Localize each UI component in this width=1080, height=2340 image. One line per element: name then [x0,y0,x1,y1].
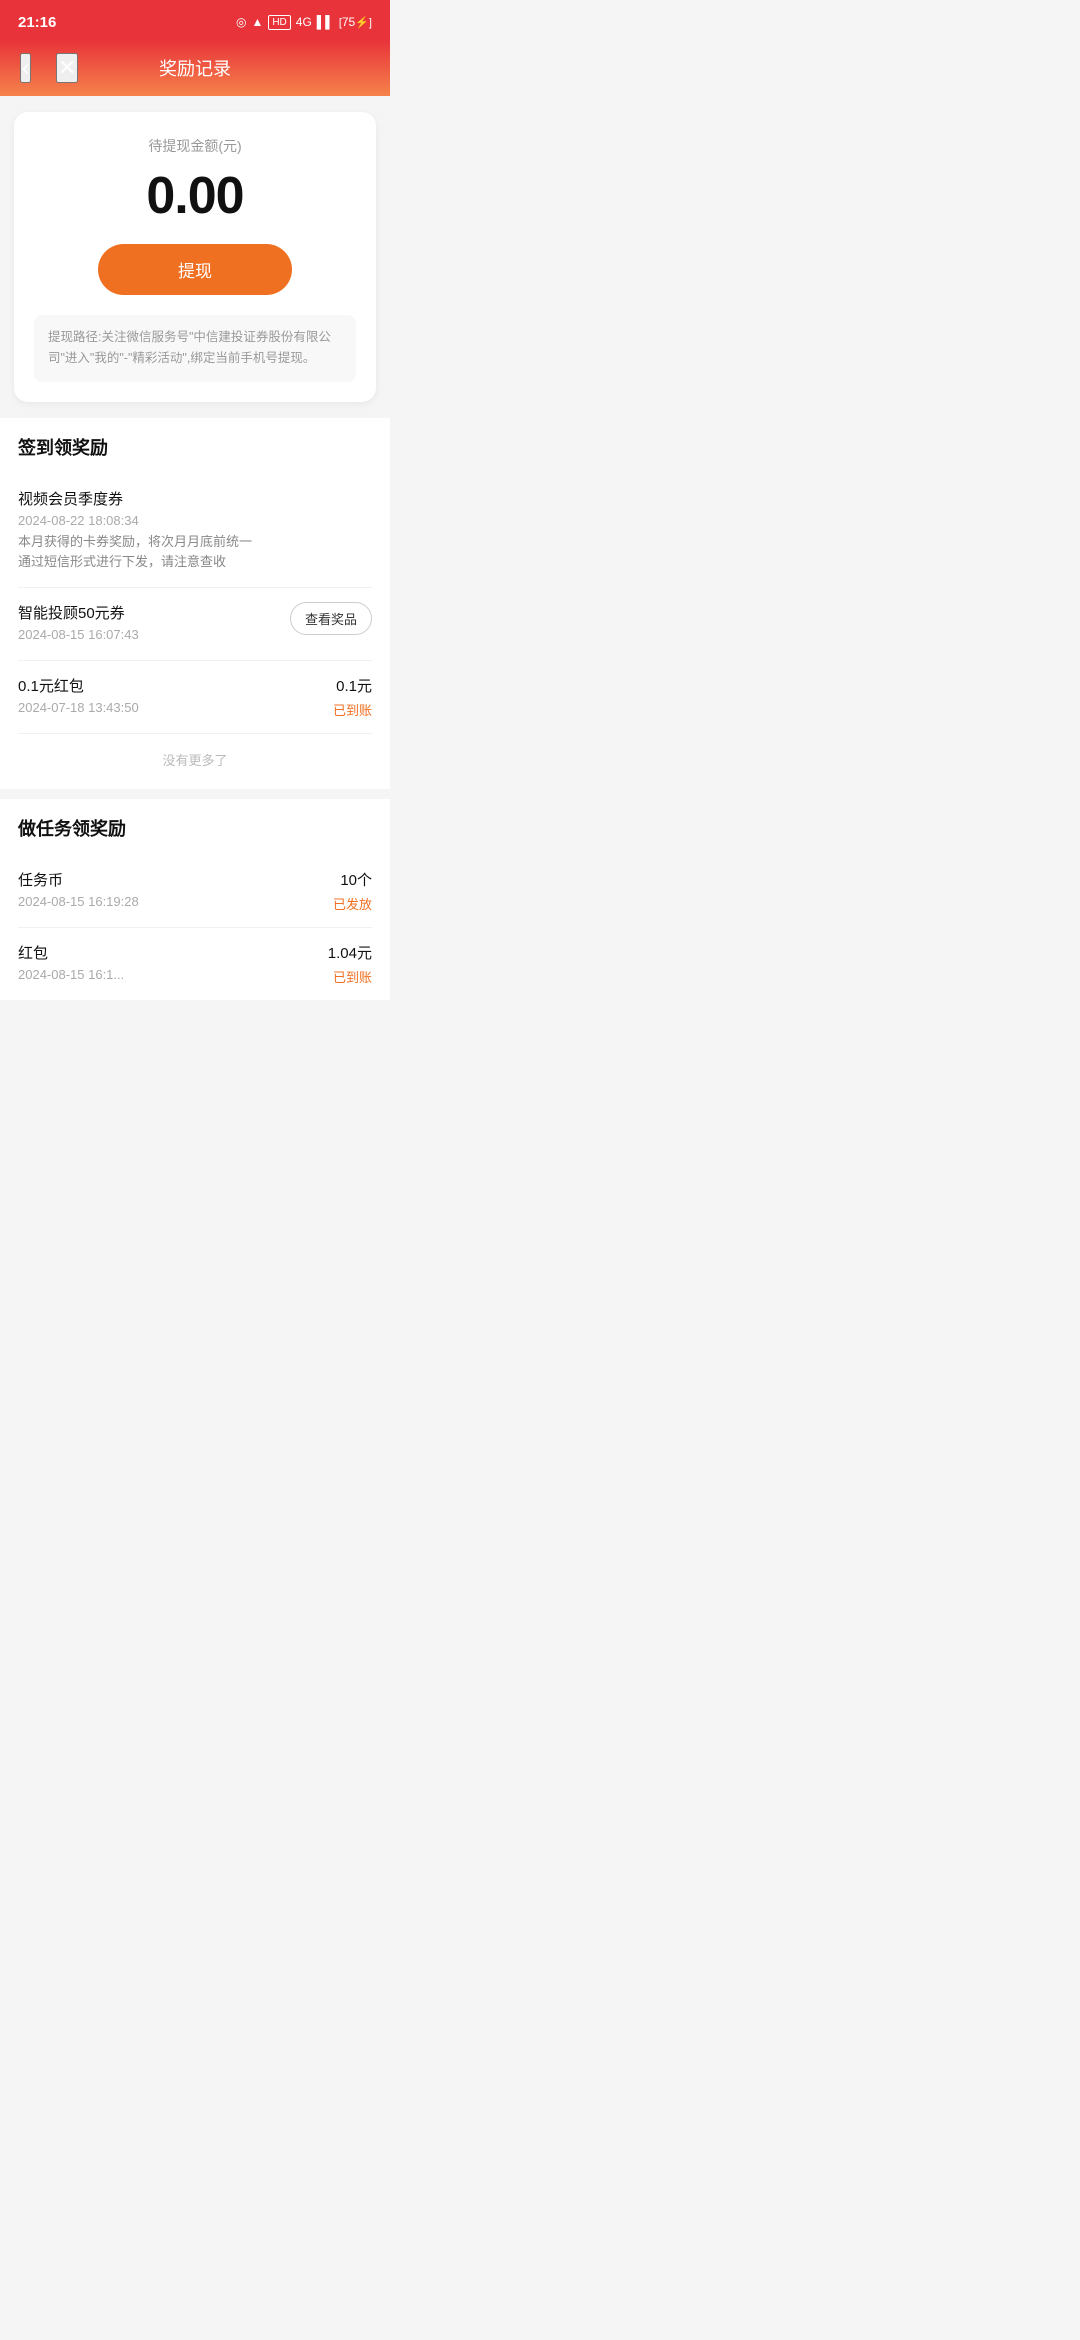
record-date-1: 2024-08-22 18:08:34 [18,513,372,528]
checkin-record-1: 视频会员季度券 2024-08-22 18:08:34 本月获得的卡券奖励，将次… [18,474,372,589]
task-record-status-1: 已发放 [333,894,372,913]
record-desc-1: 本月获得的卡券奖励，将次月月底前统一通过短信形式进行下发，请注意查收 [18,532,258,574]
checkin-record-2: 智能投顾50元券 2024-08-15 16:07:43 查看奖品 [18,588,372,661]
record-date-3: 2024-07-18 13:43:50 [18,700,292,715]
network-4g-icon: 4G [296,15,312,29]
back-icon: ‹ [22,55,29,81]
task-record-status-2: 已到账 [333,967,372,986]
record-name-3: 0.1元红包 [18,675,292,696]
back-button[interactable]: ‹ [20,53,31,83]
record-date-2: 2024-08-15 16:07:43 [18,627,280,642]
task-record-date-2: 2024-08-15 16:1... [18,967,292,982]
top-nav: ‹ ✕ 奖励记录 [0,40,390,96]
balance-amount: 0.00 [34,166,356,226]
task-record-amount-1: 10个 [340,869,372,890]
record-name-1: 视频会员季度券 [18,488,372,509]
record-status-3: 已到账 [333,700,372,719]
task-record-name-1: 任务币 [18,869,292,890]
status-icons: ◎ ▲ HD 4G ▌▌ [75⚡] [236,15,372,30]
task-section-title: 做任务领奖励 [18,815,372,841]
signal-bars-icon: ▌▌ [317,15,334,29]
status-time: 21:16 [18,14,56,31]
task-record-2: 红包 2024-08-15 16:1... 1.04元 已到账 [18,928,372,1000]
checkin-section-title: 签到领奖励 [18,434,372,460]
close-button[interactable]: ✕ [56,53,78,83]
balance-card: 待提现金额(元) 0.00 提现 提现路径:关注微信服务号"中信建投证券股份有限… [14,112,376,402]
record-name-2: 智能投顾50元券 [18,602,280,623]
wifi-icon: ▲ [251,15,263,29]
task-record-1: 任务币 2024-08-15 16:19:28 10个 已发放 [18,855,372,928]
close-icon: ✕ [58,55,76,81]
balance-label: 待提现金额(元) [34,136,356,156]
page-title: 奖励记录 [159,55,231,81]
status-bar: 21:16 ◎ ▲ HD 4G ▌▌ [75⚡] [0,0,390,40]
battery-icon: [75⚡] [339,15,372,29]
withdraw-button[interactable]: 提现 [98,244,291,295]
task-record-date-1: 2024-08-15 16:19:28 [18,894,292,909]
signal-icon: ◎ [236,15,246,29]
checkin-record-3: 0.1元红包 2024-07-18 13:43:50 0.1元 已到账 [18,661,372,734]
withdraw-note: 提现路径:关注微信服务号"中信建投证券股份有限公司"进入"我的"-"精彩活动",… [34,315,356,382]
view-prize-button[interactable]: 查看奖品 [290,602,372,635]
task-record-amount-2: 1.04元 [328,942,372,963]
task-section: 做任务领奖励 任务币 2024-08-15 16:19:28 10个 已发放 红… [0,799,390,1000]
no-more-label: 没有更多了 [18,734,372,789]
record-amount-3: 0.1元 [336,675,372,696]
task-record-name-2: 红包 [18,942,292,963]
checkin-section: 签到领奖励 视频会员季度券 2024-08-22 18:08:34 本月获得的卡… [0,418,390,790]
hd-icon: HD [268,15,290,30]
